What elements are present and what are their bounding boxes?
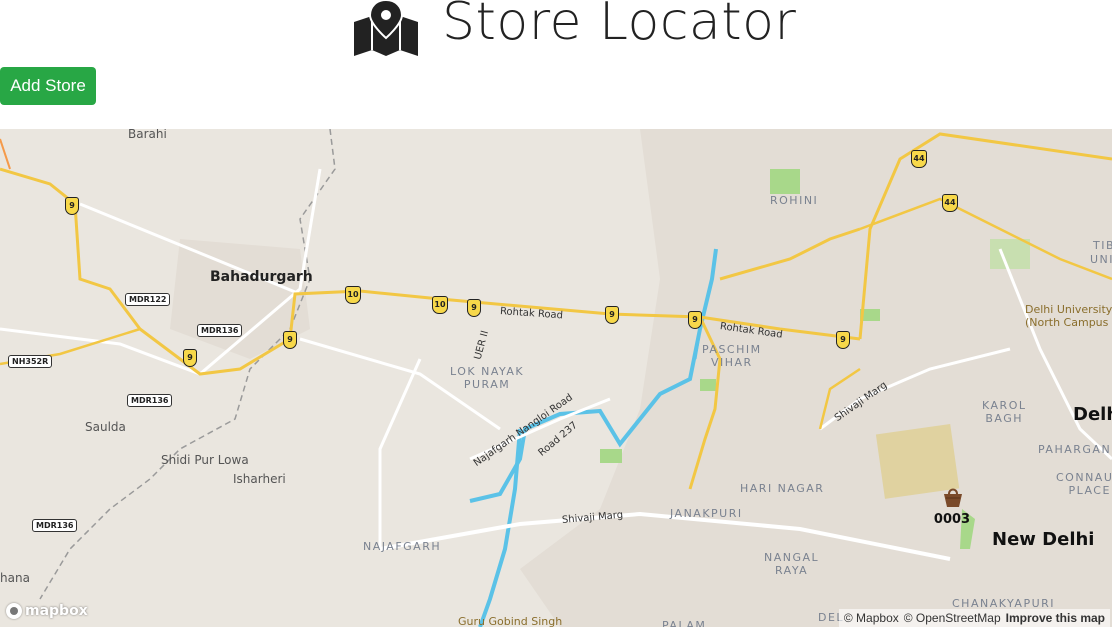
park-area bbox=[600, 449, 622, 463]
road-marker: MDR122 bbox=[125, 293, 171, 306]
shopping-bag-icon bbox=[944, 488, 962, 507]
highway-shield: 9 bbox=[688, 311, 702, 329]
highway-shield: 9 bbox=[836, 331, 850, 349]
highway-shield: 10 bbox=[345, 286, 361, 304]
place-label: Isharheri bbox=[233, 472, 286, 486]
page-title: Store Locator bbox=[442, 0, 797, 52]
page-header: Store Locator bbox=[0, 0, 1112, 60]
highway-shield: 9 bbox=[605, 306, 619, 324]
highway-shield: 44 bbox=[942, 194, 958, 212]
place-label: NAJAFGARH bbox=[363, 540, 442, 553]
road-marker: MDR136 bbox=[32, 519, 78, 532]
place-label: Bahadurgarh bbox=[210, 269, 313, 285]
highway-shield: 44 bbox=[911, 150, 927, 168]
place-label: HARI NAGAR bbox=[740, 482, 825, 495]
highway-shield: 9 bbox=[283, 331, 297, 349]
place-label: Guru Gobind Singh bbox=[458, 615, 563, 627]
park-area bbox=[770, 169, 800, 194]
road-marker: MDR136 bbox=[197, 324, 243, 337]
place-label: ROHINI bbox=[770, 194, 819, 207]
place-label: Saulda bbox=[85, 420, 126, 434]
osm-attribution-link[interactable]: © OpenStreetMap bbox=[904, 611, 1001, 625]
place-label: Shidi Pur Lowa bbox=[161, 453, 249, 467]
mapbox-logo-icon bbox=[6, 603, 22, 619]
road-marker: MDR136 bbox=[127, 394, 173, 407]
store-map[interactable]: Barahi Bahadurgarh ROHINI PASCHIM VIHAR … bbox=[0, 129, 1112, 627]
highway-shield: 9 bbox=[65, 197, 79, 215]
place-label: Barahi bbox=[128, 129, 167, 141]
place-label: hana bbox=[0, 571, 30, 585]
store-marker[interactable]: 0003 bbox=[932, 486, 976, 532]
place-label: PASCHIM VIHAR bbox=[702, 343, 762, 369]
place-label: Delh bbox=[1073, 404, 1112, 425]
add-store-button[interactable]: Add Store bbox=[0, 67, 96, 105]
place-label: KAROL BAGH bbox=[982, 399, 1027, 425]
mapbox-logo[interactable]: mapbox bbox=[6, 601, 88, 621]
place-label: UNIV bbox=[1090, 253, 1112, 266]
place-label: PALAM bbox=[662, 619, 707, 627]
park-area bbox=[700, 379, 716, 391]
place-label: JANAKPURI bbox=[670, 507, 743, 520]
place-label: CONNAUG PLACE bbox=[1056, 471, 1112, 497]
park-area bbox=[990, 239, 1030, 269]
highway-shield: 9 bbox=[183, 349, 197, 367]
mapbox-logo-text: mapbox bbox=[25, 603, 88, 619]
store-label: 0003 bbox=[933, 512, 971, 527]
place-label: NANGAL RAYA bbox=[764, 551, 820, 577]
highway-shield: 9 bbox=[467, 299, 481, 317]
mapbox-attribution-link[interactable]: © Mapbox bbox=[844, 611, 899, 625]
place-label: TIB bbox=[1093, 239, 1112, 252]
highway-shield: 10 bbox=[432, 296, 448, 314]
place-label: Delhi University (North Campus bbox=[1025, 303, 1112, 329]
place-label: PAHARGAN bbox=[1038, 443, 1112, 456]
place-label: LOK NAYAK PURAM bbox=[450, 365, 525, 391]
map-marker-icon bbox=[354, 0, 418, 56]
road-marker: NH352R bbox=[8, 355, 53, 368]
improve-map-link[interactable]: Improve this map bbox=[1006, 611, 1105, 625]
place-label: New Delhi bbox=[992, 529, 1095, 550]
map-attribution: © Mapbox © OpenStreetMap Improve this ma… bbox=[838, 609, 1110, 627]
